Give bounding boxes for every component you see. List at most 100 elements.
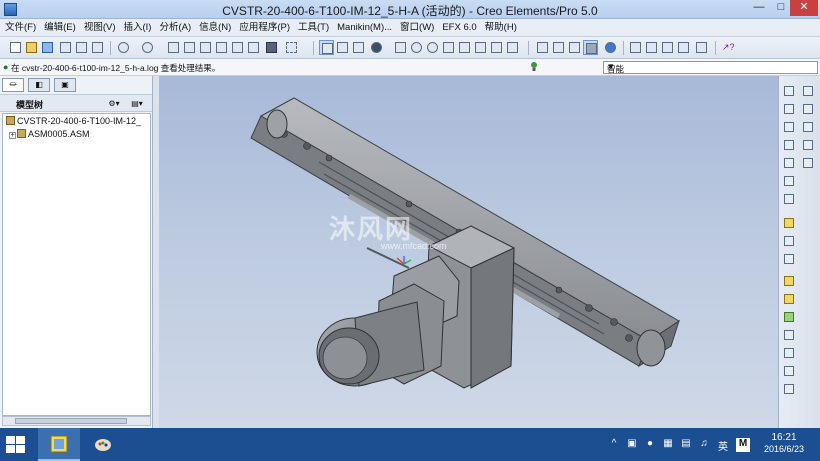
close-button[interactable]: ✕	[790, 0, 818, 16]
analysis-icon[interactable]	[782, 192, 797, 206]
tray-ime-label[interactable]: 英	[716, 438, 730, 453]
model-display-icon[interactable]	[603, 40, 618, 55]
menu-applications[interactable]: 应用程序(P)	[235, 19, 294, 37]
hole-icon[interactable]	[782, 292, 797, 306]
point-icon[interactable]	[782, 156, 797, 170]
tray-overflow-icon[interactable]: ^	[609, 438, 619, 452]
datum-curve-icon[interactable]	[801, 138, 816, 152]
cut-icon[interactable]	[166, 40, 181, 55]
datum-planes-icon[interactable]	[628, 40, 643, 55]
taskbar-clock[interactable]: 16:21 2016/6/23	[752, 432, 816, 454]
layers-icon[interactable]	[489, 40, 504, 55]
create-component-icon[interactable]	[782, 234, 797, 248]
menu-analysis[interactable]: 分析(A)	[155, 19, 195, 37]
tree-node-asm0005[interactable]: + ASM0005.ASM	[9, 129, 90, 142]
new-file-icon[interactable]	[8, 40, 23, 55]
favorites-tab[interactable]: ▣	[54, 78, 76, 92]
csys-icon[interactable]	[782, 174, 797, 188]
hidden-line-icon[interactable]	[551, 40, 566, 55]
taskbar-paint[interactable]	[82, 428, 124, 461]
model-tree-tab[interactable]: ⏛	[2, 78, 24, 92]
print-icon[interactable]	[58, 40, 73, 55]
menu-insert[interactable]: 插入(I)	[119, 19, 155, 37]
reorient-icon[interactable]	[457, 40, 472, 55]
spline-icon[interactable]	[782, 138, 797, 152]
scroll-thumb[interactable]	[15, 418, 127, 424]
paste-icon[interactable]	[198, 40, 213, 55]
point-array-icon[interactable]	[801, 156, 816, 170]
coordinate-systems-icon[interactable]	[676, 40, 691, 55]
tree-show-icon[interactable]: ▤▾	[127, 97, 147, 110]
package-icon[interactable]	[782, 252, 797, 266]
windows-start-icon[interactable]	[6, 436, 26, 454]
curve-icon[interactable]	[782, 120, 797, 134]
rib-icon[interactable]	[782, 364, 797, 378]
tray-windows-icon[interactable]: ▦	[661, 438, 675, 452]
paste-special-icon[interactable]	[214, 40, 229, 55]
taskbar-creo[interactable]	[38, 428, 80, 461]
zoom-out-icon[interactable]	[425, 40, 440, 55]
save-icon[interactable]	[40, 40, 55, 55]
assemble-icon[interactable]	[782, 274, 797, 288]
axis-icon[interactable]	[801, 102, 816, 116]
sketch-icon[interactable]	[782, 84, 797, 98]
pattern-icon[interactable]	[782, 382, 797, 396]
tray-network-icon[interactable]: ▤	[679, 438, 693, 452]
wireframe-icon[interactable]	[535, 40, 550, 55]
regen-manager-icon[interactable]	[246, 40, 261, 55]
round-icon[interactable]	[782, 310, 797, 324]
tree-settings-icon[interactable]: ⚙▾	[104, 97, 124, 110]
draft-icon[interactable]	[782, 346, 797, 360]
find-icon[interactable]	[264, 40, 279, 55]
menu-manikin[interactable]: Manikin(M)...	[333, 19, 396, 37]
menu-file[interactable]: 文件(F)	[0, 19, 40, 37]
tree-horizontal-scrollbar[interactable]	[2, 416, 151, 426]
datum-points-icon[interactable]	[660, 40, 675, 55]
no-hidden-icon[interactable]	[567, 40, 582, 55]
select-box-icon[interactable]	[284, 40, 299, 55]
tray-security-icon[interactable]: ●	[643, 438, 657, 452]
open-folder-icon[interactable]	[24, 40, 39, 55]
menu-info[interactable]: 信息(N)	[195, 19, 235, 37]
context-help-icon[interactable]: ↗?	[720, 40, 735, 55]
undo-icon[interactable]	[116, 40, 131, 55]
orient-mode-icon[interactable]	[335, 40, 350, 55]
appearance-icon[interactable]	[369, 40, 384, 55]
datum-plane-icon[interactable]	[801, 84, 816, 98]
tray-volume-icon[interactable]: ♫	[697, 438, 711, 452]
menu-edit[interactable]: 编辑(E)	[40, 19, 80, 37]
shell-icon[interactable]	[782, 328, 797, 342]
tray-ime-mode[interactable]: M	[736, 438, 750, 452]
minimize-button[interactable]: —	[747, 0, 771, 16]
tray-app-icon[interactable]: ▣	[625, 438, 639, 452]
menu-efx[interactable]: EFX 6.0	[438, 19, 480, 37]
repaint-icon[interactable]	[319, 40, 334, 55]
menu-view[interactable]: 视图(V)	[80, 19, 120, 37]
graphics-viewport[interactable]: 沐风网 www.mfcad.com	[159, 76, 778, 428]
model-tree[interactable]: CVSTR-20-400-6-T100-IM-12_ + ASM0005.ASM	[2, 113, 151, 416]
spin-center-icon[interactable]	[351, 40, 366, 55]
selection-filter-dropdown[interactable]: 智能 ▼	[603, 61, 818, 74]
tree-node-root[interactable]: CVSTR-20-400-6-T100-IM-12_	[6, 116, 141, 129]
saved-views-icon[interactable]	[473, 40, 488, 55]
expand-icon[interactable]: +	[9, 132, 16, 139]
datum-axes-icon[interactable]	[644, 40, 659, 55]
sketched-curve-icon[interactable]	[801, 120, 816, 134]
menu-window[interactable]: 窗口(W)	[396, 19, 438, 37]
shading-icon[interactable]	[583, 40, 598, 55]
component-icon[interactable]	[782, 216, 797, 230]
copy-icon[interactable]	[182, 40, 197, 55]
pan-icon[interactable]	[393, 40, 408, 55]
zoom-in-icon[interactable]	[409, 40, 424, 55]
view-manager-icon[interactable]	[505, 40, 520, 55]
refit-icon[interactable]	[441, 40, 456, 55]
menu-tools[interactable]: 工具(T)	[294, 19, 333, 37]
menu-help[interactable]: 帮助(H)	[481, 19, 521, 37]
email-icon[interactable]	[74, 40, 89, 55]
folder-browser-tab[interactable]: ◧	[28, 78, 50, 92]
email-link-icon[interactable]	[90, 40, 105, 55]
plane-icon[interactable]	[782, 102, 797, 116]
annotations-icon[interactable]	[694, 40, 709, 55]
regenerate-icon[interactable]	[230, 40, 245, 55]
redo-icon[interactable]	[140, 40, 155, 55]
